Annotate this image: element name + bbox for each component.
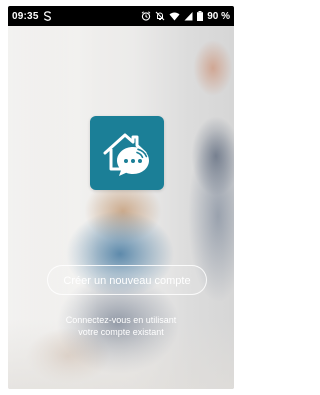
- status-bar: 09:35 90 %: [8, 6, 234, 26]
- smart-home-logo-icon: [90, 116, 164, 190]
- login-link[interactable]: Connectez-vous en utilisant votre compte…: [41, 314, 201, 338]
- app-screen: 09:35 90 % Créer un nouveau compte Conne…: [8, 6, 234, 389]
- create-account-button[interactable]: Créer un nouveau compte: [47, 265, 207, 295]
- battery-percent: 90 %: [207, 10, 230, 22]
- battery-icon: [197, 11, 204, 21]
- wifi-icon: [169, 11, 180, 21]
- login-text-line1: Connectez-vous en utilisant: [65, 315, 177, 325]
- login-text-line2: votre compte existant: [78, 327, 164, 337]
- signal-icon: [184, 11, 193, 21]
- status-time: 09:35: [12, 10, 39, 22]
- mute-icon: [155, 11, 165, 21]
- alarm-icon: [141, 11, 151, 21]
- s-notification-icon: [43, 11, 52, 21]
